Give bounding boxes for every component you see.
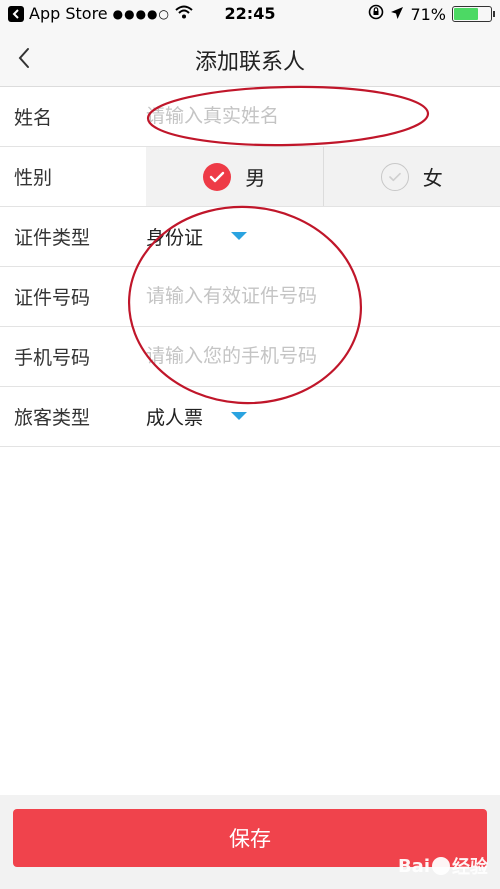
back-button[interactable] xyxy=(6,40,42,76)
dropdown-arrow-icon xyxy=(231,412,248,420)
id-number-input[interactable] xyxy=(146,277,476,315)
gender-male-label: 男 xyxy=(245,166,266,190)
battery-cap xyxy=(493,11,495,17)
battery-icon xyxy=(452,6,495,22)
gender-row: 性别 男 女 xyxy=(0,147,500,207)
phone-input[interactable] xyxy=(146,337,476,375)
bottom-bar: 保存 Bai 经验 xyxy=(0,795,500,889)
id-number-row: 证件号码 xyxy=(0,267,500,327)
unchecked-radio-icon xyxy=(380,162,409,191)
status-bar: App Store ●●●●○ 22:45 71% xyxy=(0,0,500,30)
rotation-lock-icon xyxy=(368,4,384,24)
phone-label: 手机号码 xyxy=(14,347,91,369)
id-type-value: 身份证 xyxy=(146,226,204,249)
phone-row: 手机号码 xyxy=(0,327,500,387)
traveler-type-row: 旅客类型 成人票 xyxy=(0,387,500,447)
gender-option-female[interactable]: 女 xyxy=(322,147,500,206)
battery-percent: 71% xyxy=(410,4,446,24)
name-label: 姓名 xyxy=(14,107,53,129)
name-input[interactable] xyxy=(146,97,476,135)
baidu-jingyan-watermark: Bai 经验 xyxy=(398,853,488,879)
nav-bar: 添加联系人 xyxy=(0,30,500,87)
page-title: 添加联系人 xyxy=(194,50,305,75)
location-icon xyxy=(390,5,404,24)
watermark-text-right: 经验 xyxy=(452,857,488,878)
traveler-type-select[interactable]: 成人票 xyxy=(146,397,248,435)
chevron-left-icon xyxy=(18,48,29,68)
id-type-label: 证件类型 xyxy=(14,227,91,249)
status-right: 71% xyxy=(368,4,495,24)
id-type-row: 证件类型 身份证 xyxy=(0,207,500,267)
contact-form: 姓名 性别 男 女 证件类型 身份证 证件号码 xyxy=(0,87,500,447)
gender-selector: 男 女 xyxy=(146,147,500,206)
checked-radio-icon xyxy=(203,162,232,191)
gender-option-male[interactable]: 男 xyxy=(146,147,323,206)
id-number-label: 证件号码 xyxy=(14,287,91,309)
gender-female-label: 女 xyxy=(422,166,443,190)
traveler-type-value: 成人票 xyxy=(146,406,204,429)
id-type-select[interactable]: 身份证 xyxy=(146,217,248,255)
battery-fill xyxy=(454,8,478,20)
paw-icon xyxy=(432,857,450,875)
watermark-text-left: Bai xyxy=(397,855,430,877)
gender-label: 性别 xyxy=(14,167,53,189)
traveler-type-label: 旅客类型 xyxy=(14,407,91,429)
dropdown-arrow-icon xyxy=(231,232,248,240)
name-row: 姓名 xyxy=(0,87,500,147)
